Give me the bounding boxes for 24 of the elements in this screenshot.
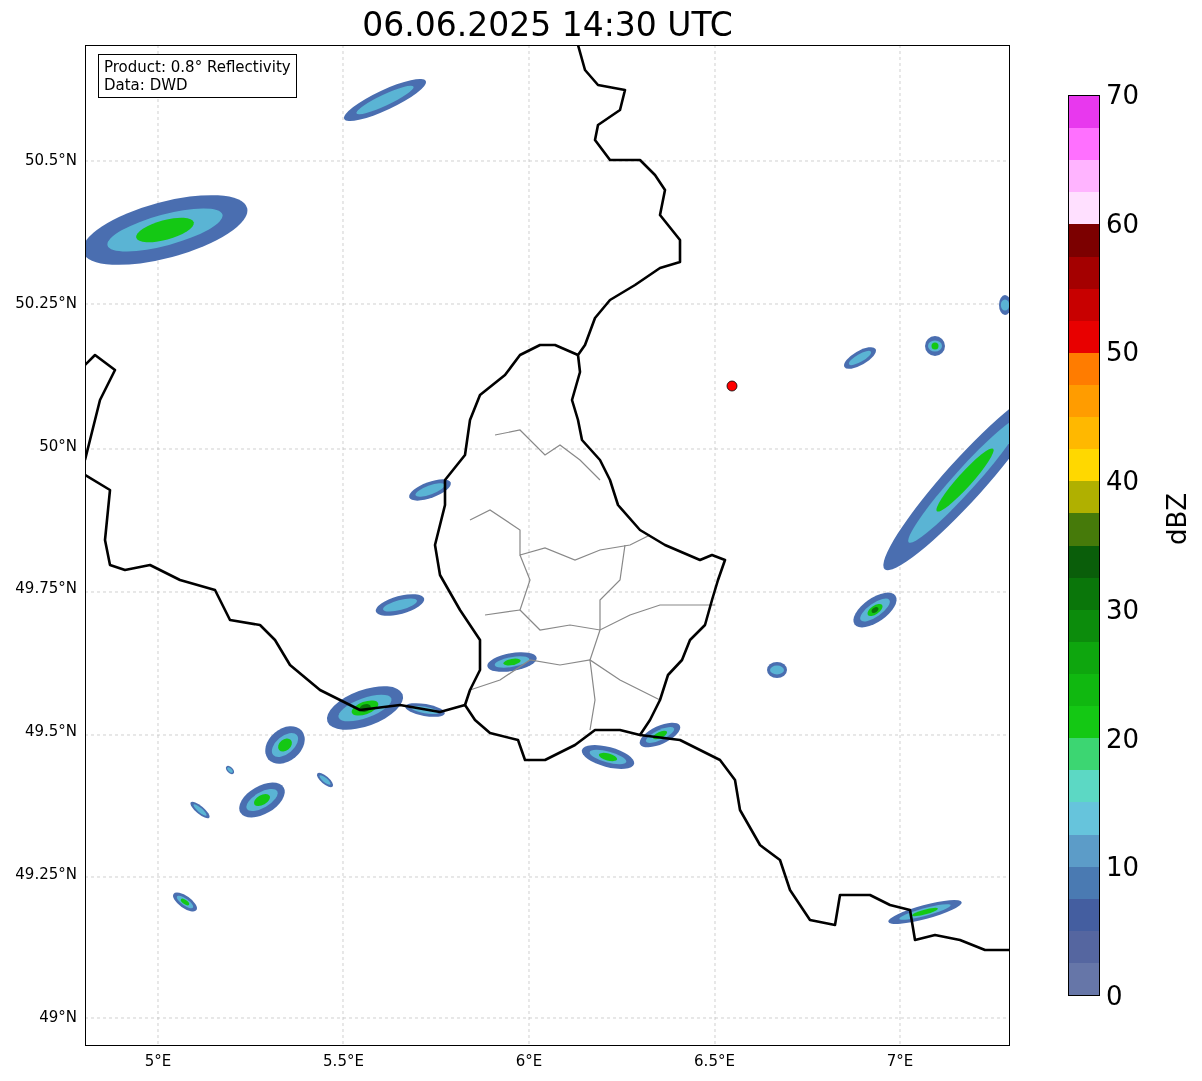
latitude-label: 49.5°N xyxy=(24,722,77,741)
legend-text: Data: DWD xyxy=(104,76,189,94)
longitude-label: 7°E xyxy=(886,1052,914,1070)
longitude-label: 6°E xyxy=(515,1052,543,1070)
legend-text: Product: 0.8° Reflectivity xyxy=(104,58,291,76)
chart-title: 06.06.2025 14:30 UTC xyxy=(362,4,733,44)
colorbar-tick-label: 70 xyxy=(1106,82,1140,108)
latitude-label: 50.5°N xyxy=(24,151,77,169)
longitude-label: 5.5°E xyxy=(323,1052,364,1070)
colorbar-tick-label: 10 xyxy=(1106,854,1140,881)
colorbar-tick-label: 20 xyxy=(1106,725,1140,752)
longitude-label: 5°E xyxy=(144,1052,172,1070)
colorbar-tick-label: 40 xyxy=(1106,468,1140,495)
colorbar-title: dBZ xyxy=(1162,492,1192,545)
latitude-label: 49.75°N xyxy=(15,579,77,598)
latitude-label: 49.25°N xyxy=(15,865,77,883)
colorbar-tick-label: 0 xyxy=(1106,983,1123,1009)
latitude-label: 49°N xyxy=(39,1007,77,1026)
colorbar-tick-label: 60 xyxy=(1106,210,1140,237)
colorbar-tick-label: 30 xyxy=(1106,596,1140,623)
latitude-label: 50°N xyxy=(39,436,77,455)
longitude-label: 6.5°E xyxy=(694,1052,735,1070)
latitude-label: 50.25°N xyxy=(15,293,77,312)
colorbar-tick-label: 50 xyxy=(1106,339,1140,366)
